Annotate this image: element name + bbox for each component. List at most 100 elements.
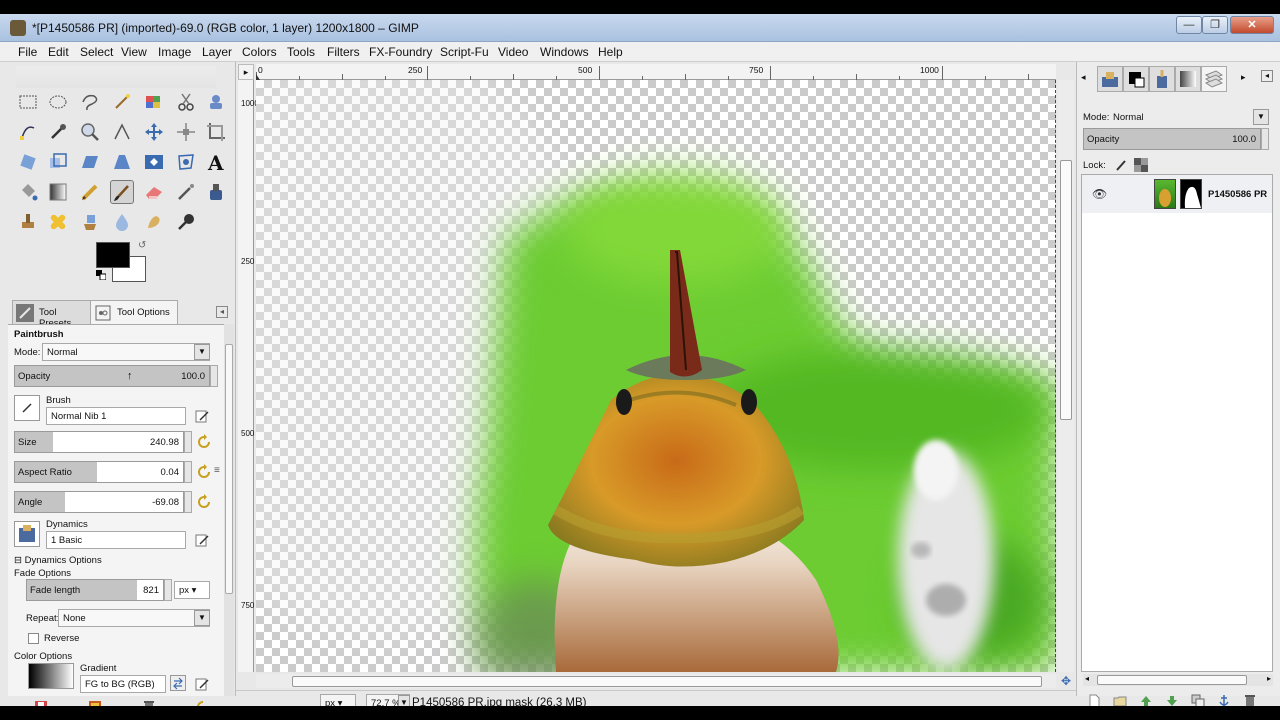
gradient-name-field[interactable]: FG to BG (RGB) [80,675,166,693]
layer-row[interactable]: 👁 P1450586 PR [1082,175,1272,213]
navigate-icon[interactable]: ✥ [1058,674,1074,688]
select-by-color-tool[interactable] [142,90,166,114]
eraser-tool[interactable] [142,180,166,204]
brush-name-field[interactable]: Normal Nib 1 [46,407,186,425]
tool-options-scrollbar[interactable] [224,324,234,696]
tab-gradients[interactable] [1175,66,1201,92]
airbrush-tool[interactable] [174,180,198,204]
cage-transform-tool[interactable] [174,150,198,174]
mode-select[interactable]: Normal [42,343,210,361]
perspective-clone-tool[interactable] [78,210,102,234]
dynamics-preview[interactable] [14,521,40,547]
dock-menu-icon[interactable]: ◂ [1261,70,1273,82]
image-canvas[interactable] [256,80,1056,672]
layer-mode-dropdown-icon[interactable]: ▼ [1253,109,1269,125]
flip-tool[interactable] [142,150,166,174]
angle-spinner[interactable] [184,491,192,513]
clone-tool[interactable] [16,210,40,234]
layer-thumbnail[interactable] [1154,179,1176,209]
aspect-ratio-spinner[interactable] [184,461,192,483]
layer-name[interactable]: P1450586 PR [1208,189,1267,200]
fade-unit-select[interactable]: px ▾ [174,581,210,599]
blur-sharpen-tool[interactable] [110,210,134,234]
scale-tool[interactable] [46,150,70,174]
dynamics-options-expander[interactable]: ⊟ Dynamics Options [14,555,102,566]
swap-colors-icon[interactable]: ↺ [138,240,146,251]
color-picker-tool[interactable] [46,120,70,144]
tab-colors[interactable] [1123,66,1149,92]
tab-tool-options-dock[interactable] [1097,66,1123,92]
menu-view[interactable]: View [121,45,147,59]
tab-tool-presets[interactable]: Tool Presets [12,300,92,329]
smudge-tool[interactable] [142,210,166,234]
size-spinner[interactable] [184,431,192,453]
perspective-tool[interactable] [110,150,134,174]
maximize-button[interactable]: ❐ [1202,16,1228,34]
quick-mask-corner[interactable]: ▸ [238,64,254,80]
reset-aspect-icon[interactable] [196,464,212,480]
bucket-fill-tool[interactable] [16,180,40,204]
dodge-burn-tool[interactable] [174,210,198,234]
vertical-scroll-thumb[interactable] [1060,160,1072,420]
scissors-select-tool[interactable] [174,90,198,114]
menu-file[interactable]: File [18,45,37,59]
dock-scroll-right-icon[interactable]: ▸ [1241,72,1246,83]
opacity-slider[interactable]: Opacity ↑ 100.0 [14,365,210,387]
menu-tools[interactable]: Tools [287,45,315,59]
measure-tool[interactable] [110,120,134,144]
minimize-button[interactable]: — [1176,16,1202,34]
lock-alpha-icon[interactable] [1133,157,1149,173]
default-colors-icon[interactable] [96,270,107,281]
move-tool[interactable] [142,120,166,144]
layer-mode-value[interactable]: Normal [1113,112,1144,123]
reset-angle-icon[interactable] [196,494,212,510]
free-select-tool[interactable] [78,90,102,114]
reset-size-icon[interactable] [196,434,212,450]
horizontal-scroll-thumb[interactable] [292,676,1042,687]
paths-tool[interactable] [16,120,40,144]
size-slider[interactable]: Size 240.98 [14,431,184,453]
lock-pixels-icon[interactable] [1113,157,1129,173]
edit-brush-icon[interactable] [194,408,210,424]
rect-select-tool[interactable] [16,90,40,114]
tab-tool-options[interactable]: Tool Options [90,300,178,326]
reverse-gradient-icon[interactable] [170,675,186,691]
menu-colors[interactable]: Colors [242,45,277,59]
edit-dynamics-icon[interactable] [194,532,210,548]
menu-filters[interactable]: Filters [327,45,360,59]
layers-list[interactable]: 👁 P1450586 PR [1081,174,1273,672]
layer-visibility-eye-icon[interactable]: 👁 [1092,187,1107,201]
crop-tool[interactable] [204,120,228,144]
repeat-dropdown-icon[interactable]: ▼ [194,610,210,626]
horizontal-scrollbar[interactable] [256,674,1056,688]
angle-slider[interactable]: Angle -69.08 [14,491,184,513]
ink-tool[interactable] [204,180,228,204]
menu-layer[interactable]: Layer [202,45,232,59]
shear-tool[interactable] [78,150,102,174]
vertical-ruler[interactable]: 250 500 750 1000 [238,80,259,672]
layer-opacity-slider[interactable]: Opacity 100.0 [1083,128,1261,150]
dynamics-name-field[interactable]: 1 Basic [46,531,186,549]
brush-preview[interactable] [14,395,40,421]
aspect-link-icon[interactable]: ≡ [214,465,220,476]
blend-tool[interactable] [46,180,70,204]
foreground-color-swatch[interactable] [96,242,130,268]
menu-select[interactable]: Select [80,45,113,59]
zoom-tool[interactable] [78,120,102,144]
fuzzy-select-tool[interactable] [110,90,134,114]
menu-windows[interactable]: Windows [540,45,589,59]
menu-image[interactable]: Image [158,45,191,59]
edit-gradient-icon[interactable] [194,676,210,692]
text-tool[interactable]: A [204,150,228,175]
menu-help[interactable]: Help [598,45,623,59]
tab-layers[interactable] [1201,66,1227,92]
foreground-select-tool[interactable] [204,90,228,114]
opacity-spinner[interactable] [210,365,218,387]
rotate-tool[interactable] [16,150,40,174]
layer-mask-thumbnail[interactable] [1180,179,1202,209]
heal-tool[interactable] [46,210,70,234]
gradient-preview[interactable] [28,663,74,689]
aspect-ratio-slider[interactable]: Aspect Ratio 0.04 [14,461,184,483]
fade-length-spinner[interactable] [164,579,172,601]
tab-menu-icon[interactable]: ◂ [216,306,228,318]
